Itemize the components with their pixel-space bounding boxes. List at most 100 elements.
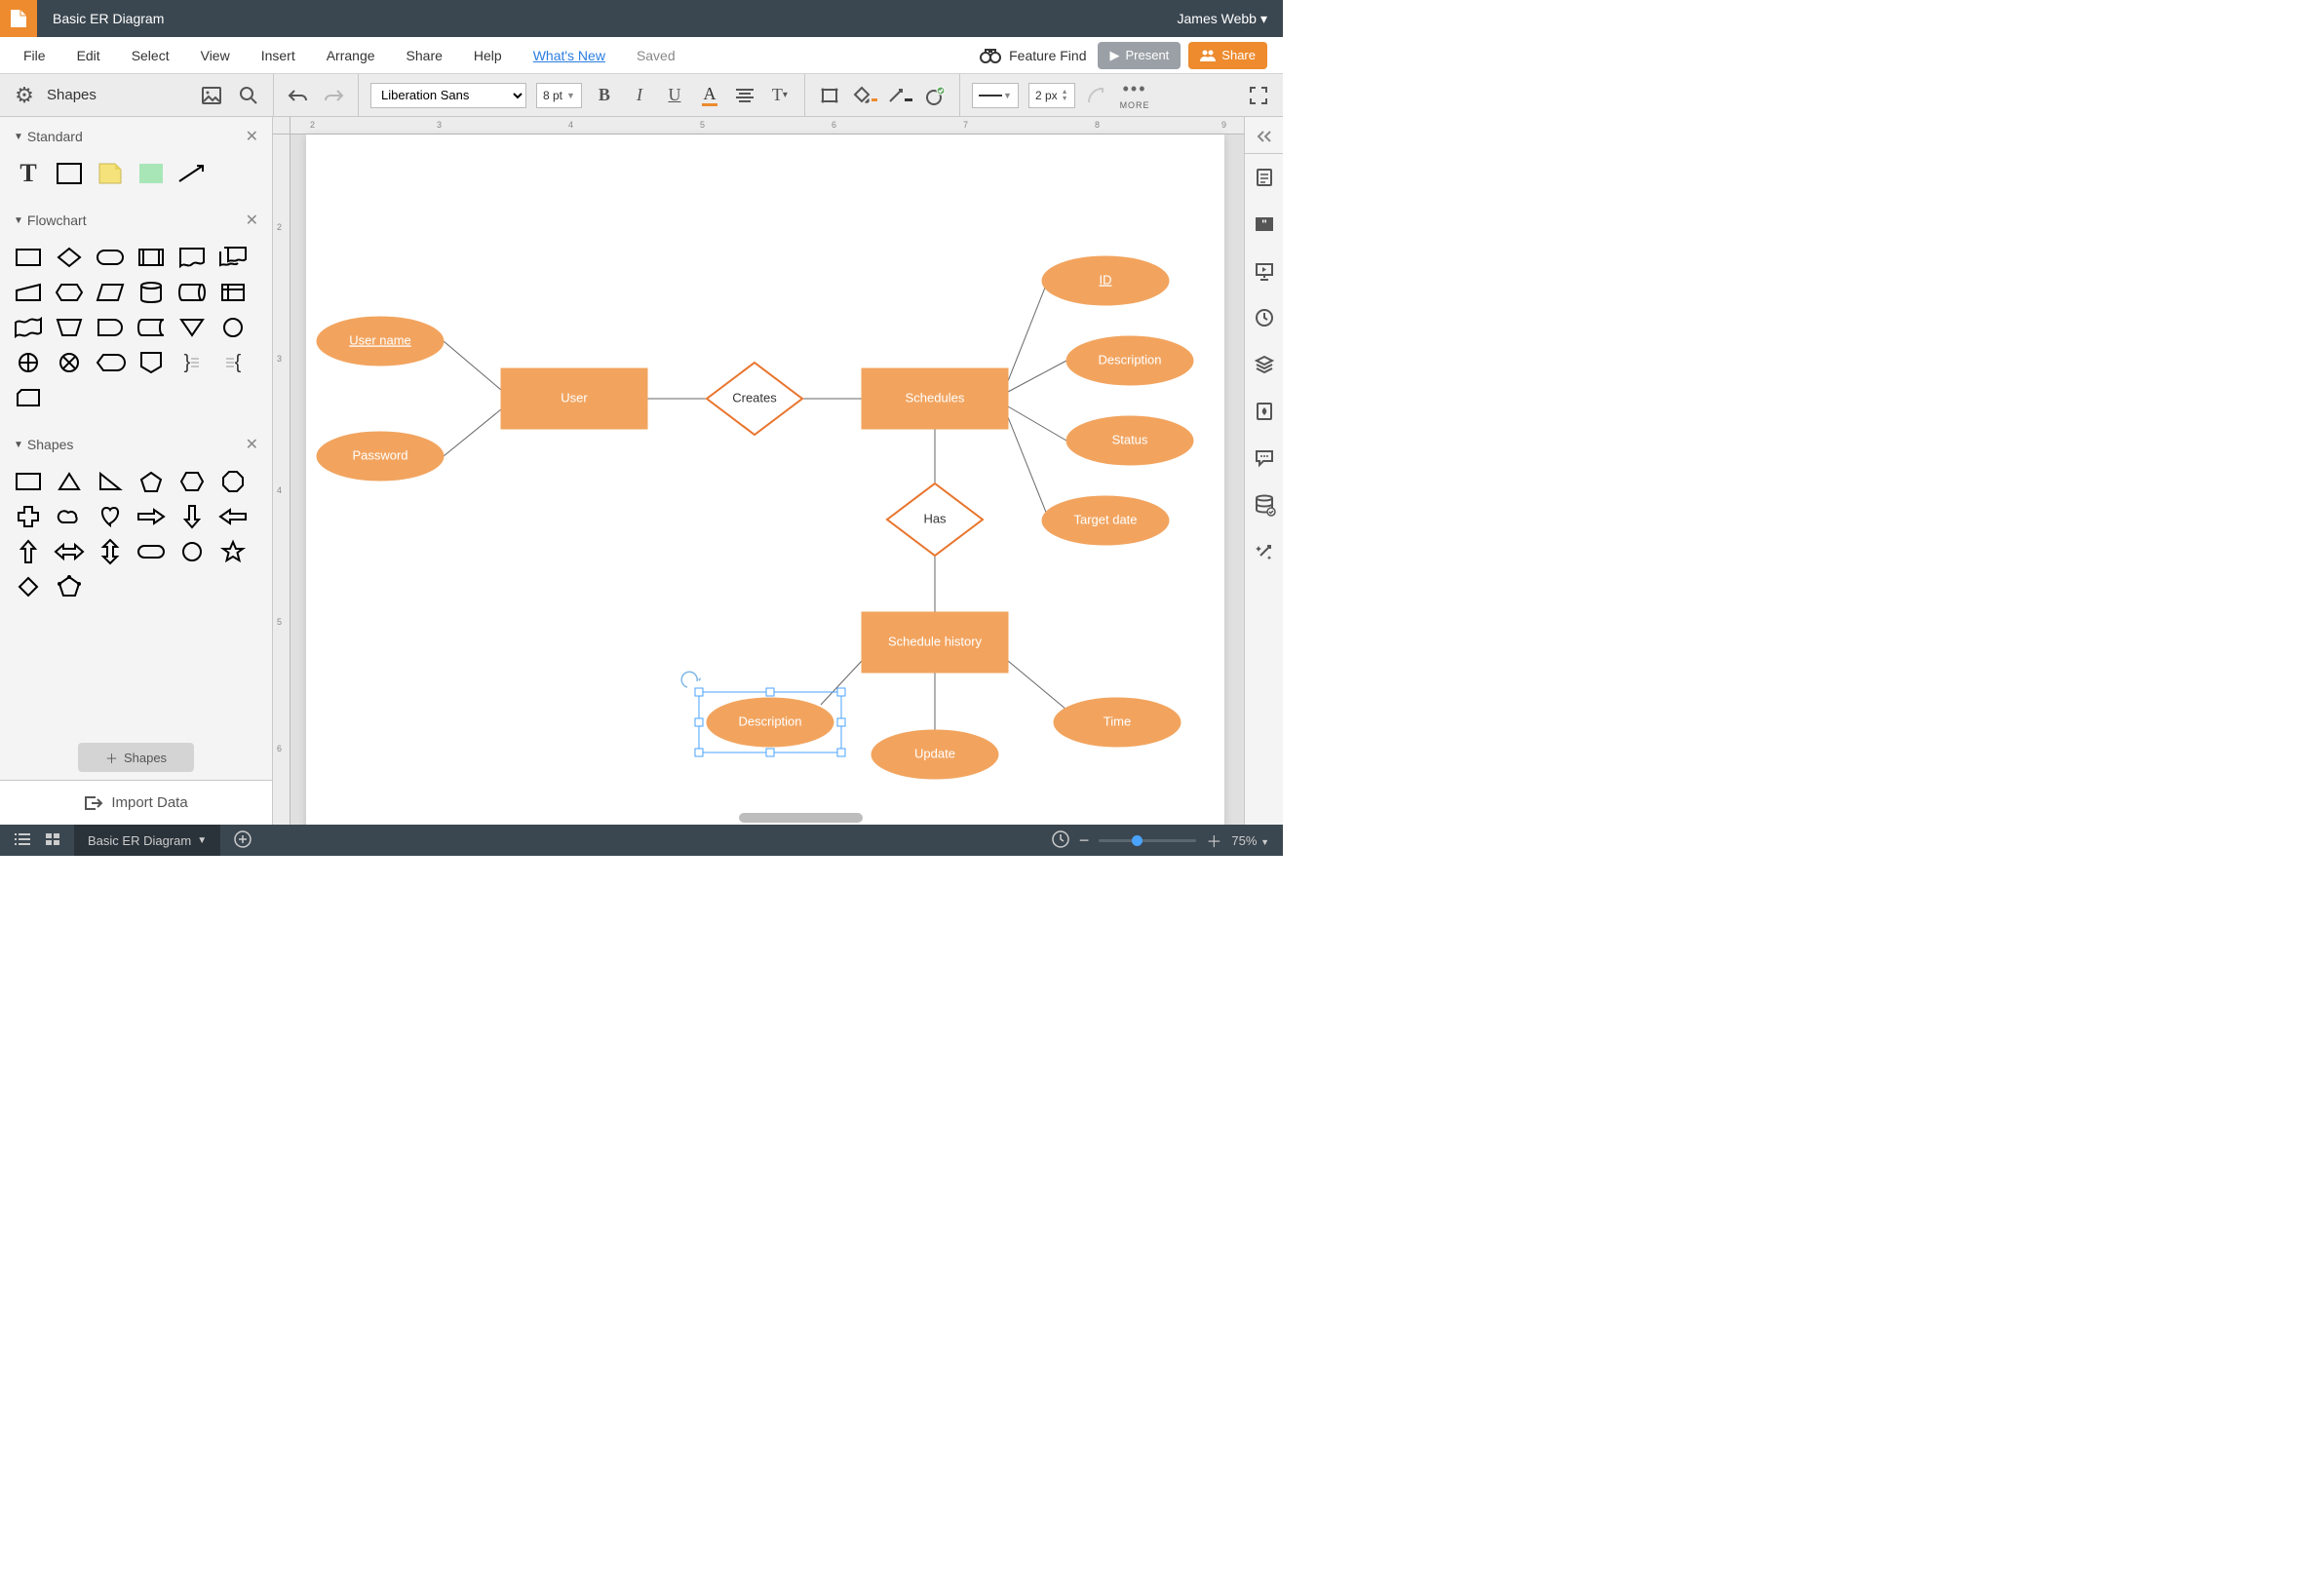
outline-icon[interactable]	[14, 832, 31, 849]
diagram-page[interactable]: UserSchedulesSchedule historyCreatesHasU…	[306, 135, 1224, 825]
app-logo[interactable]	[0, 0, 37, 37]
fc-decision[interactable]	[55, 246, 84, 269]
add-page-button[interactable]	[220, 830, 265, 851]
sh-circle[interactable]	[177, 540, 207, 563]
sh-polygon[interactable]	[55, 575, 84, 598]
close-icon[interactable]: ✕	[246, 127, 258, 146]
resize-handle[interactable]	[695, 749, 703, 756]
line-color-button[interactable]	[887, 83, 912, 108]
sh-cross[interactable]	[14, 505, 43, 528]
fc-multidoc[interactable]	[218, 246, 248, 269]
fc-preparation[interactable]	[55, 281, 84, 304]
fc-delay[interactable]	[96, 316, 125, 339]
italic-button[interactable]: I	[627, 83, 652, 108]
text-color-button[interactable]: A	[697, 83, 722, 108]
comment-quote-icon[interactable]: "	[1245, 201, 1284, 248]
sh-triangle[interactable]	[55, 470, 84, 493]
close-icon[interactable]: ✕	[246, 435, 258, 454]
fc-terminator[interactable]	[96, 246, 125, 269]
bold-button[interactable]: B	[592, 83, 617, 108]
resize-handle[interactable]	[766, 749, 774, 756]
line-arrow-button[interactable]	[1085, 83, 1110, 108]
line-style-select[interactable]: ▼	[972, 83, 1019, 108]
arrow-shape[interactable]	[177, 162, 207, 185]
zoom-slider[interactable]	[1099, 839, 1196, 842]
feature-find[interactable]: Feature Find	[968, 48, 1098, 63]
rotate-handle[interactable]	[681, 672, 697, 687]
fc-database[interactable]	[136, 281, 166, 304]
block-shape[interactable]	[136, 162, 166, 185]
fc-or[interactable]	[14, 351, 43, 374]
gear-icon[interactable]: ⚙	[12, 83, 37, 108]
resize-handle[interactable]	[695, 688, 703, 696]
text-style-button[interactable]: T▾	[767, 83, 793, 108]
sh-star[interactable]	[218, 540, 248, 563]
sh-pill[interactable]	[136, 540, 166, 563]
whats-new-link[interactable]: What's New	[518, 48, 621, 63]
resize-handle[interactable]	[695, 718, 703, 726]
fullscreen-button[interactable]	[1246, 83, 1271, 108]
sh-arrow-lr[interactable]	[55, 540, 84, 563]
shape-frame-button[interactable]	[817, 83, 842, 108]
menu-arrange[interactable]: Arrange	[311, 48, 391, 63]
sh-arrow-d[interactable]	[177, 505, 207, 528]
undo-button[interactable]	[286, 83, 311, 108]
align-button[interactable]	[732, 83, 757, 108]
underline-button[interactable]: U	[662, 83, 687, 108]
fc-offpage[interactable]	[136, 351, 166, 374]
fc-merge[interactable]	[177, 316, 207, 339]
layers-icon[interactable]	[1245, 341, 1284, 388]
rect-shape[interactable]	[55, 162, 84, 185]
fc-manualinput[interactable]	[14, 281, 43, 304]
zoom-out-button[interactable]: −	[1079, 830, 1090, 851]
menu-select[interactable]: Select	[116, 48, 185, 63]
sh-pentagon[interactable]	[136, 470, 166, 493]
resize-handle[interactable]	[837, 688, 845, 696]
fc-manualop[interactable]	[55, 316, 84, 339]
fc-process[interactable]	[14, 246, 43, 269]
image-icon[interactable]	[199, 83, 224, 108]
collapse-rail-button[interactable]	[1245, 125, 1283, 154]
user-menu[interactable]: James Webb ▾	[1162, 11, 1283, 27]
sh-heart[interactable]	[96, 505, 125, 528]
sh-arrow-ud[interactable]	[96, 540, 125, 563]
menu-insert[interactable]: Insert	[246, 48, 311, 63]
fc-document[interactable]	[177, 246, 207, 269]
menu-help[interactable]: Help	[458, 48, 518, 63]
sh-cloud[interactable]	[55, 505, 84, 528]
fc-display[interactable]	[96, 351, 125, 374]
fc-bracket-right[interactable]: }	[177, 351, 207, 374]
font-select[interactable]: Liberation Sans	[370, 83, 526, 108]
sh-arrow-u[interactable]	[14, 540, 43, 563]
fc-data[interactable]	[96, 281, 125, 304]
search-icon[interactable]	[236, 83, 261, 108]
fc-papertape[interactable]	[14, 316, 43, 339]
sh-rect[interactable]	[14, 470, 43, 493]
fc-card[interactable]	[14, 386, 43, 409]
present-button[interactable]: ▶ Present	[1098, 42, 1181, 69]
sh-arrow-r[interactable]	[136, 505, 166, 528]
menu-file[interactable]: File	[8, 48, 61, 63]
fc-note[interactable]: {	[218, 351, 248, 374]
redo-button[interactable]	[321, 83, 346, 108]
presentation-icon[interactable]	[1245, 248, 1284, 294]
sh-rtriangle[interactable]	[96, 470, 125, 493]
clock-icon[interactable]	[1245, 294, 1284, 341]
fc-directdata[interactable]	[177, 281, 207, 304]
sh-hexagon[interactable]	[177, 470, 207, 493]
menu-view[interactable]: View	[185, 48, 246, 63]
font-size-stepper[interactable]: 8 pt▼	[536, 83, 582, 108]
import-data-button[interactable]: Import Data	[0, 780, 272, 825]
sparkle-icon[interactable]	[1245, 528, 1284, 575]
zoom-level[interactable]: 75% ▼	[1231, 833, 1269, 848]
fc-storeddata[interactable]	[136, 316, 166, 339]
canvas[interactable]: 2 3 4 5 6 7 8 9 2 3 4 5 6 UserSchedulesS…	[273, 117, 1244, 825]
fc-internalstorage[interactable]	[218, 281, 248, 304]
more-button[interactable]: ••• MORE	[1120, 79, 1150, 110]
grid-icon[interactable]	[45, 832, 60, 849]
zoom-in-button[interactable]: ＋	[1206, 829, 1221, 852]
fill-color-button[interactable]	[852, 83, 877, 108]
resize-handle[interactable]	[766, 688, 774, 696]
text-shape[interactable]: T	[14, 162, 43, 185]
chat-icon[interactable]	[1245, 435, 1284, 482]
